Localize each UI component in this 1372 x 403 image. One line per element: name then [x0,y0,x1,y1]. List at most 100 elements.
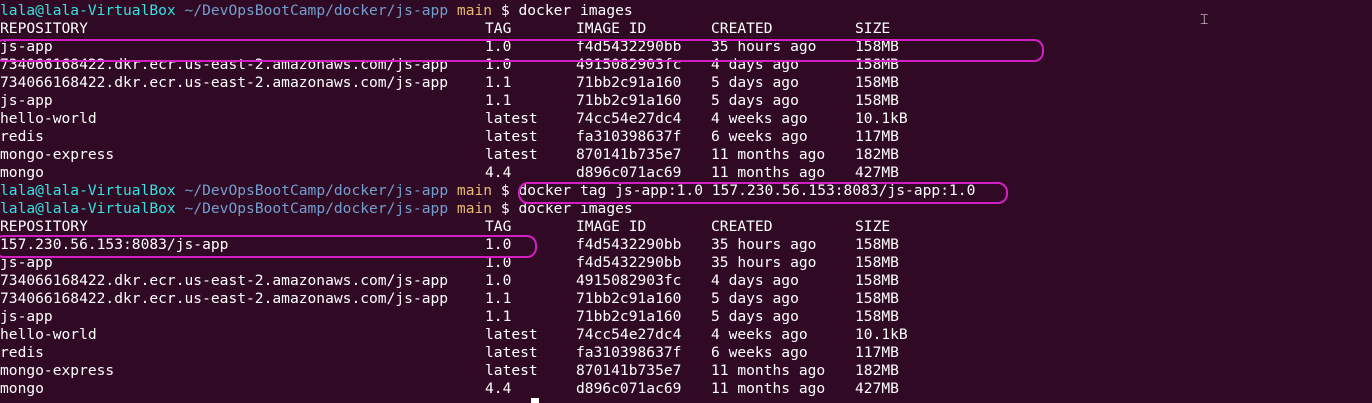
cell-size: 182MB [855,146,899,163]
cell-size: 117MB [855,128,899,145]
cell-size: 158MB [855,236,899,253]
cell-created: 5 days ago [711,290,799,307]
header-image-id: IMAGE ID [576,218,647,235]
prompt-branch: main [456,182,493,199]
cell-image-id: 71bb2c91a160 [576,92,682,109]
cell-image-id: 4915082903fc [576,272,682,289]
table-row: mongo-express latest 870141b735e7 11 months… [0,146,975,164]
header-size: SIZE [855,218,891,235]
cell-size: 427MB [855,164,899,181]
prompt-dollar: $ [500,2,510,19]
cell-size: 10.1kB [855,326,908,343]
header-created: CREATED [711,218,773,235]
cell-tag: latest [485,128,538,145]
table-row: hello-world latest 74cc54e27dc4 4 weeks ago… [0,326,975,344]
cell-created: 11 months ago [711,362,826,379]
prompt-user: lala@lala-VirtualBox [0,2,176,19]
cell-image-id: f4d5432290bb [576,236,682,253]
prompt-dollar: $ [500,182,510,199]
cell-image-id: 870141b735e7 [576,362,682,379]
table-header: REPOSITORY TAG IMAGE ID CREATED SIZE [0,20,975,38]
prompt-user: lala@lala-VirtualBox [0,200,176,217]
command-text: docker images [518,2,633,19]
cell-tag: 1.1 [485,74,512,91]
cell-image-id: 870141b735e7 [576,146,682,163]
cell-repository: 734066168422.dkr.ecr.us-east-2.amazonaws… [0,290,449,307]
highlight-js-app-row [0,39,1044,62]
ibeam-icon: ⌶ [1200,12,1209,28]
cell-size: 158MB [855,254,899,271]
cell-image-id: 71bb2c91a160 [576,74,682,91]
header-created: CREATED [711,20,773,37]
header-tag: TAG [485,20,512,37]
prompt-branch: main [456,200,493,217]
cell-created: 35 hours ago [711,236,817,253]
prompt-path: ~/DevOpsBootCamp/docker/js-app [184,200,449,217]
cell-size: 182MB [855,362,899,379]
cell-image-id: 74cc54e27dc4 [576,110,682,127]
cell-repository: mongo [0,380,44,397]
table-row: 734066168422.dkr.ecr.us-east-2.amazonaws… [0,272,975,290]
cell-created: 35 hours ago [711,254,817,271]
prompt-branch: main [456,2,493,19]
cell-repository: 734066168422.dkr.ecr.us-east-2.amazonaws… [0,272,449,289]
table-row: hello-world latest 74cc54e27dc4 4 weeks ago… [0,110,975,128]
cell-tag: 4.4 [485,164,512,181]
cell-created: 5 days ago [711,308,799,325]
cell-created: 4 weeks ago [711,110,808,127]
cell-repository: hello-world [0,326,97,343]
terminal-cursor [531,398,539,403]
cell-repository: hello-world [0,110,97,127]
cell-created: 5 days ago [711,92,799,109]
cell-image-id: d896c071ac69 [576,380,682,397]
cell-size: 158MB [855,272,899,289]
prompt-line-1: lala@lala-VirtualBox ~/DevOpsBootCamp/do… [0,2,975,20]
header-repository: REPOSITORY [0,20,88,37]
cell-tag: latest [485,344,538,361]
header-image-id: IMAGE ID [576,20,647,37]
cell-image-id: 71bb2c91a160 [576,308,682,325]
terminal-window[interactable]: lala@lala-VirtualBox ~/DevOpsBootCamp/do… [0,0,1372,403]
cell-repository: redis [0,344,44,361]
cell-size: 427MB [855,380,899,397]
cell-image-id: 71bb2c91a160 [576,290,682,307]
header-size: SIZE [855,20,891,37]
cell-size: 158MB [855,92,899,109]
cell-tag: latest [485,362,538,379]
cell-created: 11 months ago [711,164,826,181]
cell-created: 5 days ago [711,74,799,91]
header-tag: TAG [485,218,512,235]
cell-created: 6 weeks ago [711,344,808,361]
table-row: mongo 4.4 d896c071ac69 11 months ago 427MB [0,164,975,182]
cell-created: 4 days ago [711,272,799,289]
cell-tag: latest [485,326,538,343]
prompt-dollar: $ [500,200,510,217]
cell-tag: latest [485,146,538,163]
cell-size: 10.1kB [855,110,908,127]
table-header: REPOSITORY TAG IMAGE ID CREATED SIZE [0,218,975,236]
cell-image-id: f4d5432290bb [576,254,682,271]
cell-created: 11 months ago [711,146,826,163]
cell-tag: 1.1 [485,92,512,109]
cell-size: 158MB [855,308,899,325]
table-row: mongo-express latest 870141b735e7 11 months… [0,362,975,380]
table-row: redis latest fa310398637f 6 weeks ago 117MB [0,128,975,146]
cell-repository: 734066168422.dkr.ecr.us-east-2.amazonaws… [0,74,449,91]
cell-tag: 4.4 [485,380,512,397]
cell-repository: js-app [0,92,53,109]
table-row: js-app 1.1 71bb2c91a160 5 days ago 158MB [0,92,975,110]
prompt-path: ~/DevOpsBootCamp/docker/js-app [184,182,449,199]
cell-image-id: fa310398637f [576,344,682,361]
table-row: js-app 1.1 71bb2c91a160 5 days ago 158MB [0,308,975,326]
cell-image-id: fa310398637f [576,128,682,145]
cell-created: 4 weeks ago [711,326,808,343]
highlight-tagged-repo [0,235,537,258]
cell-repository: mongo-express [0,146,115,163]
cell-created: 6 weeks ago [711,128,808,145]
table-row: redis latest fa310398637f 6 weeks ago 117MB [0,344,975,362]
cell-tag: 1.1 [485,290,512,307]
highlight-tag-command [518,182,1008,204]
cell-size: 158MB [855,74,899,91]
prompt-path: ~/DevOpsBootCamp/docker/js-app [184,2,449,19]
table-row: 734066168422.dkr.ecr.us-east-2.amazonaws… [0,74,975,92]
